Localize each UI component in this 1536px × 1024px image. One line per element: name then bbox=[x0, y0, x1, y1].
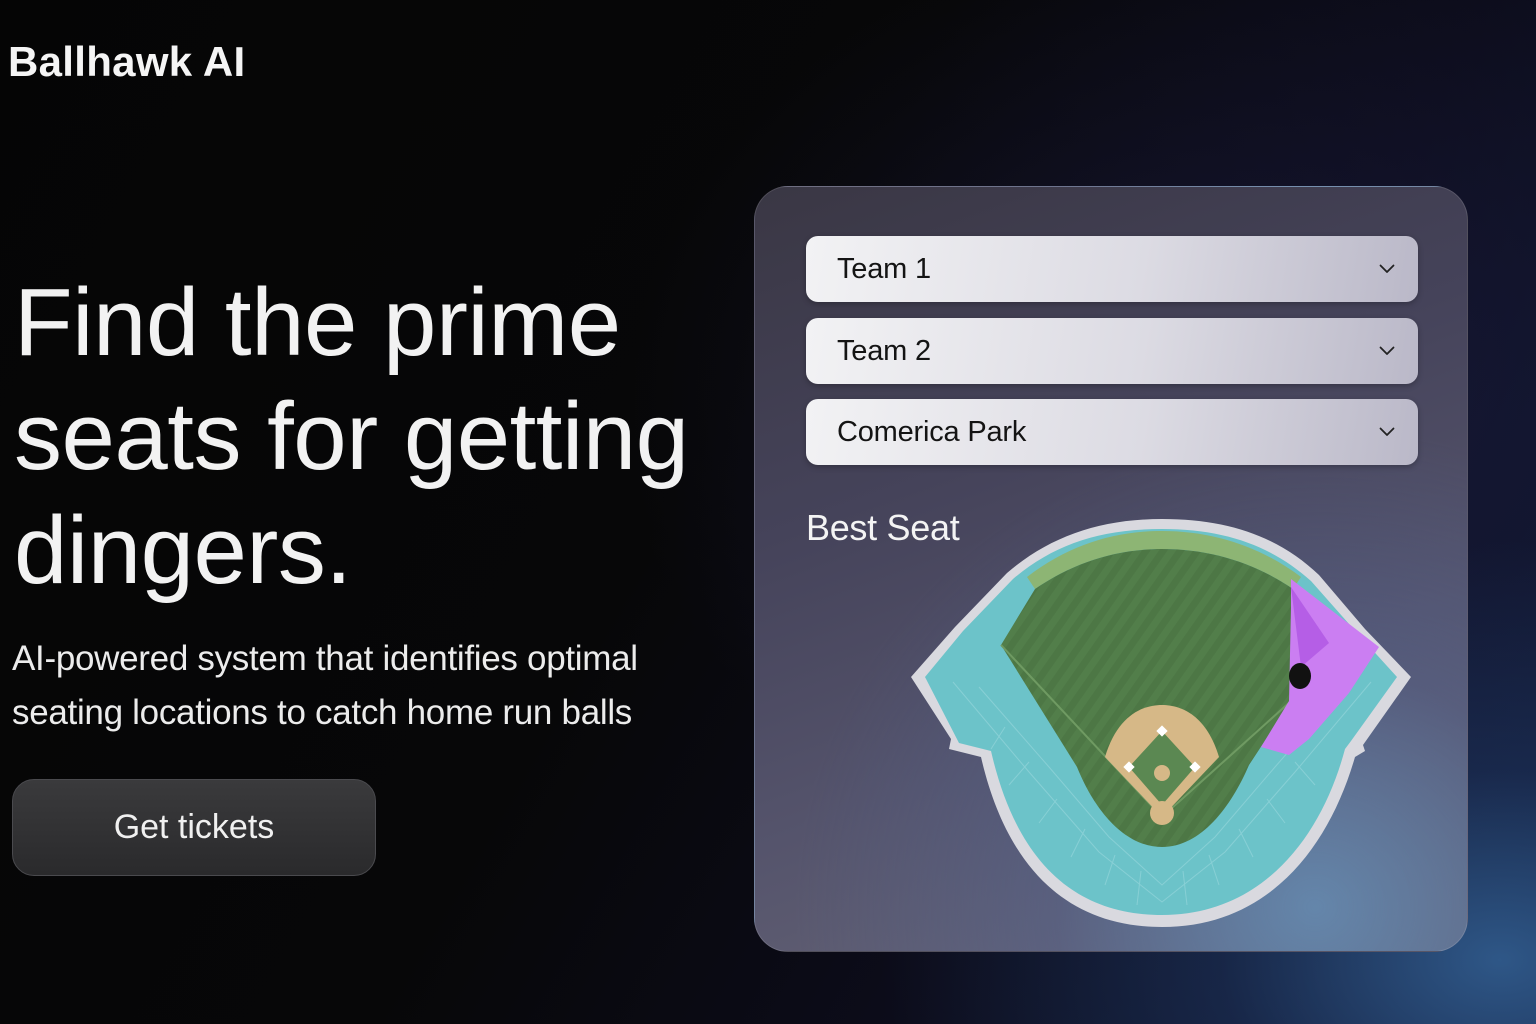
hero-subtitle: AI-powered system that identifies optima… bbox=[12, 639, 638, 732]
get-tickets-button[interactable]: Get tickets bbox=[12, 779, 376, 876]
brand-logo[interactable]: Ballhawk AI bbox=[8, 38, 245, 86]
home-plate-circle bbox=[1150, 801, 1174, 825]
chevron-down-icon bbox=[1378, 423, 1396, 441]
team-1-select[interactable]: Team 1 bbox=[806, 236, 1418, 302]
ballpark-select-value: Comerica Park bbox=[837, 415, 1027, 448]
pitchers-mound bbox=[1154, 765, 1170, 781]
team-2-select-value: Team 2 bbox=[837, 334, 931, 367]
chevron-down-icon bbox=[1378, 260, 1396, 278]
seat-marker-icon bbox=[1289, 663, 1311, 689]
hero-headline: Find the prime seats for getting dingers… bbox=[14, 269, 689, 604]
ballpark-select[interactable]: Comerica Park bbox=[806, 399, 1418, 465]
seat-finder-panel: Team 1 Team 2 Comerica Park Best Seat bbox=[754, 186, 1468, 952]
chevron-down-icon bbox=[1378, 342, 1396, 360]
team-2-select[interactable]: Team 2 bbox=[806, 318, 1418, 384]
team-1-select-value: Team 1 bbox=[837, 252, 931, 285]
stadium-map[interactable] bbox=[909, 517, 1415, 929]
